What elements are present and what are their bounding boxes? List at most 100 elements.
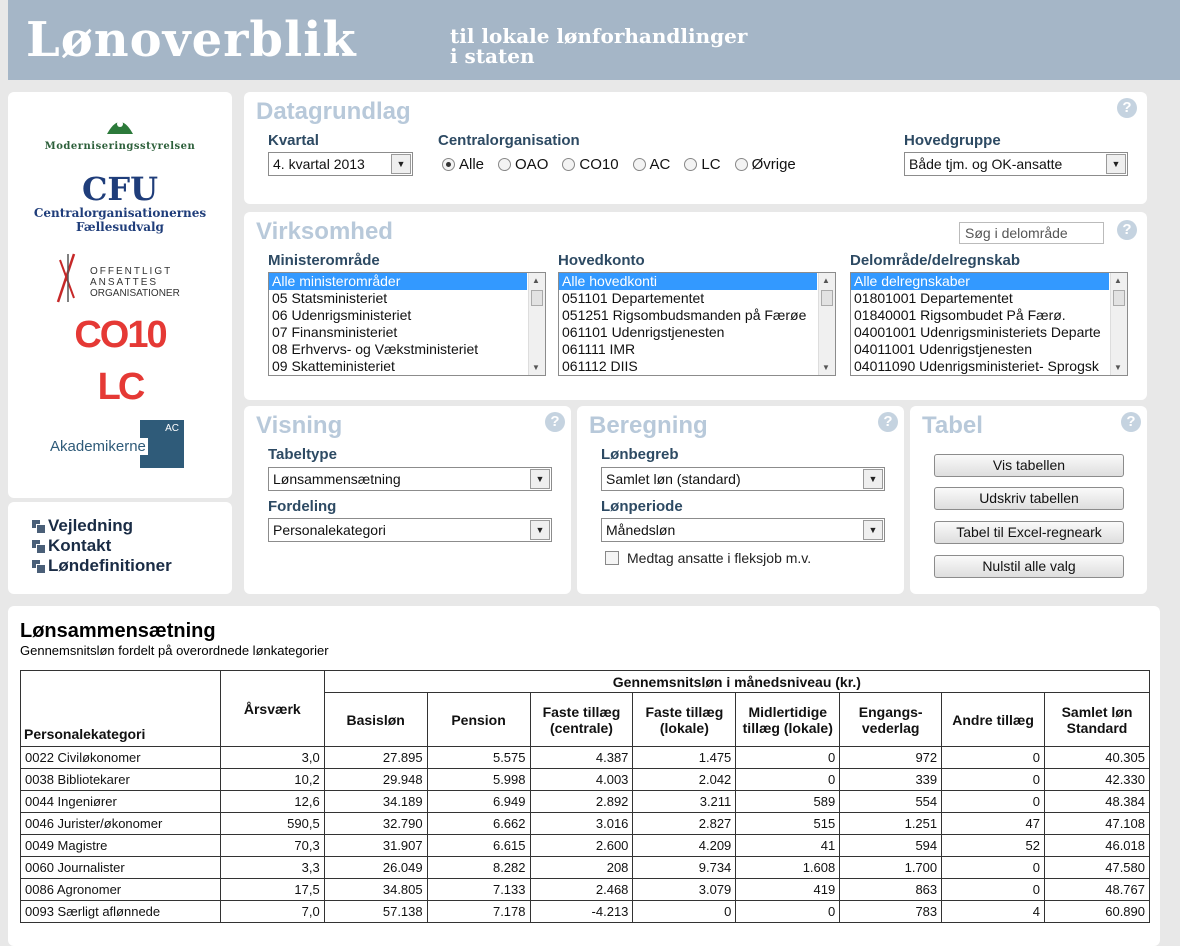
- link-vejledning[interactable]: Vejledning: [32, 516, 172, 536]
- tabeltype-label: Tabeltype: [268, 446, 337, 463]
- hovedgruppe-select[interactable]: Både tjm. og OK-ansatte ▼: [904, 152, 1128, 176]
- scroll-up-icon: ▲: [1114, 276, 1122, 285]
- fordeling-select[interactable]: Personalekategori ▼: [268, 518, 552, 542]
- table-cell: 48.384: [1044, 790, 1150, 813]
- radio-lc[interactable]: LC: [684, 156, 721, 173]
- table-row: 0038 Bibliotekarer 10,2 29.948 5.998 4.003 2.…: [20, 768, 1150, 791]
- radio-label: CO10: [579, 156, 619, 173]
- delomraade-search-input[interactable]: Søg i delområde: [959, 222, 1104, 244]
- fordeling-value: Personalekategori: [273, 522, 386, 538]
- help-icon[interactable]: ?: [1117, 220, 1137, 240]
- table-cell: 0: [735, 768, 841, 791]
- list-item[interactable]: 051101 Departementet: [559, 290, 817, 307]
- table-cell: 34.805: [323, 878, 428, 901]
- table-cell: 17,5: [219, 878, 325, 901]
- result-panel: Lønsammensætning Gennemsnitsløn fordelt …: [8, 606, 1160, 946]
- help-icon[interactable]: ?: [1121, 412, 1141, 432]
- help-icon[interactable]: ?: [878, 412, 898, 432]
- nulstil-button[interactable]: Nulstil alle valg: [934, 555, 1124, 578]
- col-header-samlet-loen[interactable]: Samlet løn Standard: [1044, 692, 1150, 747]
- centralorganisation-radios: Alle OAO CO10 AC LC Øvrige: [442, 156, 796, 173]
- table-cell: 0086 Agronomer: [20, 878, 221, 901]
- datagrundlag-title: Datagrundlag: [256, 98, 411, 125]
- link-kontakt[interactable]: Kontakt: [32, 536, 172, 556]
- list-item[interactable]: 09 Skatteministeriet: [269, 358, 527, 375]
- table-cell: 515: [735, 812, 841, 835]
- radio-alle[interactable]: Alle: [442, 156, 484, 173]
- visning-panel: Visning ? Tabeltype Lønsammensætning ▼ F…: [244, 406, 571, 594]
- oao-logo: OFFENTLIGT ANSATTES ORGANISATIONER: [54, 252, 194, 304]
- kvartal-select[interactable]: 4. kvartal 2013 ▼: [268, 152, 413, 176]
- vis-tabellen-button[interactable]: Vis tabellen: [934, 454, 1124, 477]
- oao-line3: ORGANISATIONER: [90, 288, 180, 299]
- col-header-aarsvaerk[interactable]: Årsværk: [219, 670, 325, 747]
- col-header-faste-centrale[interactable]: Faste tillæg (centrale): [529, 692, 634, 747]
- col-header-faste-lokale[interactable]: Faste tillæg (lokale): [632, 692, 737, 747]
- table-cell: 70,3: [219, 834, 325, 857]
- list-item[interactable]: Alle ministerområder: [269, 273, 527, 290]
- kvartal-label: Kvartal: [268, 132, 319, 149]
- list-item[interactable]: 05 Statsministeriet: [269, 290, 527, 307]
- fleksjob-checkbox[interactable]: [605, 551, 619, 565]
- col-header-andre-tillaeg[interactable]: Andre tillæg: [941, 692, 1045, 747]
- radio-co10[interactable]: CO10: [562, 156, 619, 173]
- help-icon[interactable]: ?: [545, 412, 565, 432]
- list-item[interactable]: 04011001 Udenrigstjenesten: [851, 341, 1109, 358]
- delomraade-listbox[interactable]: Alle delregnskaber 01801001 Departementet…: [850, 272, 1128, 376]
- table-row: 0022 Civiløkonomer 3,0 27.895 5.575 4.387 1.4…: [20, 746, 1150, 769]
- radio-ac[interactable]: AC: [632, 156, 670, 173]
- table-cell: 5.998: [426, 768, 531, 791]
- tabeltype-select[interactable]: Lønsammensætning ▼: [268, 467, 552, 491]
- hovedkonto-label: Hovedkonto: [558, 252, 645, 269]
- scrollbar[interactable]: ▲ ▼: [818, 273, 835, 375]
- list-item[interactable]: 061111 IMR: [559, 341, 817, 358]
- scrollbar[interactable]: ▲ ▼: [528, 273, 545, 375]
- list-item[interactable]: 051251 Rigsombudsmanden på Færøe: [559, 307, 817, 324]
- list-item[interactable]: 08 Erhvervs- og Vækstministeriet: [269, 341, 527, 358]
- list-item[interactable]: 01801001 Departementet: [851, 290, 1109, 307]
- list-item[interactable]: 061112 DIIS: [559, 358, 817, 375]
- list-item[interactable]: 07 Finansministeriet: [269, 324, 527, 341]
- ministerium-listbox[interactable]: Alle ministerområder 05 Statsministeriet 0…: [268, 272, 546, 376]
- scroll-down-icon: ▼: [532, 363, 540, 372]
- list-item[interactable]: 01840001 Rigsombudet På Færø.: [851, 307, 1109, 324]
- ministerium-label: Ministerområde: [268, 252, 380, 269]
- hovedgruppe-value: Både tjm. og OK-ansatte: [909, 156, 1063, 172]
- link-loendefinitioner[interactable]: Løndefinitioner: [32, 556, 172, 576]
- centralorganisation-label: Centralorganisation: [438, 132, 580, 149]
- cfu-logo: CFU Centralorganisationernes Fællesudval…: [28, 172, 212, 234]
- col-header-engangsvederlag[interactable]: Engangs-vederlag: [839, 692, 943, 747]
- udskriv-tabellen-button[interactable]: Udskriv tabellen: [934, 487, 1124, 510]
- col-header-midlertidige[interactable]: Midlertidige tillæg (lokale): [735, 692, 841, 747]
- link-kontakt-label: Kontakt: [48, 536, 112, 555]
- modst-name: Moderniseringsstyrelsen: [44, 141, 196, 152]
- list-item[interactable]: 04001001 Udenrigsministeriets Departe: [851, 324, 1109, 341]
- list-item[interactable]: 061101 Udenrigstjenesten: [559, 324, 817, 341]
- radio-oevrige[interactable]: Øvrige: [734, 156, 796, 173]
- table-cell: 46.018: [1044, 834, 1150, 857]
- hovedkonto-listbox[interactable]: Alle hovedkonti 051101 Departementet 05125…: [558, 272, 836, 376]
- table-cell: 60.890: [1044, 900, 1150, 923]
- table-cell: 26.049: [323, 856, 428, 879]
- loenperiode-select[interactable]: Månedsløn ▼: [601, 518, 885, 542]
- radio-oao[interactable]: OAO: [498, 156, 548, 173]
- help-icon[interactable]: ?: [1117, 98, 1137, 118]
- fleksjob-checkbox-row[interactable]: Medtag ansatte i fleksjob m.v.: [605, 550, 811, 566]
- list-item[interactable]: Alle delregnskaber: [851, 273, 1109, 290]
- list-item[interactable]: Alle hovedkonti: [559, 273, 817, 290]
- table-title: Lønsammensætning: [20, 620, 216, 642]
- list-item[interactable]: 04011090 Udenrigsministeriet- Sprogsk: [851, 358, 1109, 375]
- chevron-down-icon: ▼: [391, 154, 411, 174]
- table-cell: 7,0: [219, 900, 325, 923]
- col-header-basisloen[interactable]: Basisløn: [323, 692, 428, 747]
- table-cell: 554: [839, 790, 943, 813]
- list-item[interactable]: 06 Udenrigsministeriet: [269, 307, 527, 324]
- col-header-pension[interactable]: Pension: [426, 692, 531, 747]
- loenbegreb-select[interactable]: Samlet løn (standard) ▼: [601, 467, 885, 491]
- table-cell: 4.209: [632, 834, 737, 857]
- excel-export-button[interactable]: Tabel til Excel-regneark: [934, 521, 1124, 544]
- oao-mark-icon: [56, 253, 76, 303]
- scroll-down-icon: ▼: [1114, 363, 1122, 372]
- scrollbar[interactable]: ▲ ▼: [1110, 273, 1127, 375]
- col-header-personalekategori[interactable]: Personalekategori: [20, 670, 221, 747]
